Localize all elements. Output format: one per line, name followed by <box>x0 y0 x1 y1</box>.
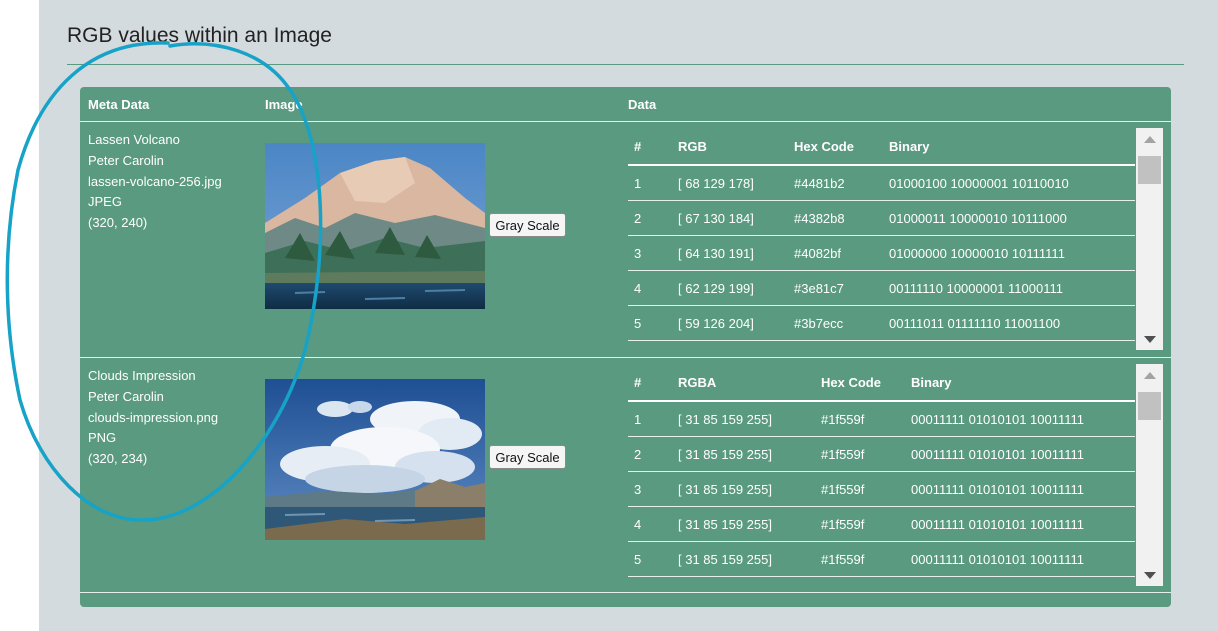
cell-index: 4 <box>628 506 672 542</box>
cell-rgba: [ 31 85 159 255] <box>672 506 815 542</box>
cell-binary: 00011111 01010101 10011111 <box>905 436 1135 472</box>
cell-index: 2 <box>628 436 672 472</box>
cell-binary: 01000011 10000010 10111000 <box>883 200 1135 236</box>
header-hex: Hex Code <box>815 364 905 402</box>
cell-binary: 00011111 01010101 10011111 <box>905 506 1135 542</box>
cell-binary: 01000100 10000001 10110010 <box>883 165 1135 201</box>
cell-hex: #1f559f <box>815 436 905 472</box>
lassen-volcano-image <box>265 143 485 309</box>
cell-hex: #1f559f <box>815 506 905 542</box>
meta-filename: lassen-volcano-256.jpg <box>88 173 222 189</box>
cell-hex: #1f559f <box>815 401 905 437</box>
column-header-meta: Meta Data <box>88 97 150 112</box>
cell-rgb: [ 68 129 178] <box>672 165 788 201</box>
meta-author: Peter Carolin <box>88 152 164 168</box>
cell-hex: #4082bf <box>788 235 883 271</box>
header-rgba: RGBA <box>672 364 815 402</box>
gray-scale-button[interactable]: Gray Scale <box>489 445 566 469</box>
cell-hex: #4382b8 <box>788 200 883 236</box>
cell-index: 4 <box>628 270 672 306</box>
header-binary: Binary <box>883 128 1135 166</box>
cell-rgba: [ 31 85 159 255] <box>672 541 815 577</box>
table-row: 5 [ 31 85 159 255] #1f559f 00011111 0101… <box>628 541 1135 577</box>
scroll-up-arrow-icon[interactable] <box>1136 128 1163 150</box>
table-row: 1 [ 31 85 159 255] #1f559f 00011111 0101… <box>628 401 1135 437</box>
table-row: 3 [ 64 130 191] #4082bf 01000000 1000001… <box>628 235 1135 271</box>
cell-index: 3 <box>628 235 672 271</box>
cell-index: 5 <box>628 305 672 341</box>
meta-data-clouds: Clouds Impression Peter Carolin clouds-i… <box>88 366 218 470</box>
meta-title: Lassen Volcano <box>88 132 180 147</box>
table-row: 5 [ 59 126 204] #3b7ecc 00111011 0111111… <box>628 305 1135 341</box>
cell-binary: 00011111 01010101 10011111 <box>905 541 1135 577</box>
cell-binary: 00111110 10000001 11000111 <box>883 270 1135 306</box>
header-hex: Hex Code <box>788 128 883 166</box>
scrollbar-thumb[interactable] <box>1138 392 1161 420</box>
table-row: 1 [ 68 129 178] #4481b2 01000100 1000000… <box>628 165 1135 201</box>
rgb-data-table-lassen: # RGB Hex Code Binary 1 [ 68 129 178] #4… <box>628 128 1163 350</box>
cell-rgb: [ 62 129 199] <box>672 270 788 306</box>
header-rgb: RGB <box>672 128 788 166</box>
scroll-down-arrow-icon[interactable] <box>1136 328 1163 350</box>
cell-rgba: [ 31 85 159 255] <box>672 401 815 437</box>
column-header-image: Image <box>265 97 303 112</box>
cell-rgba: [ 31 85 159 255] <box>672 471 815 507</box>
cell-index: 3 <box>628 471 672 507</box>
table-row: 2 [ 67 130 184] #4382b8 01000011 1000001… <box>628 200 1135 236</box>
page-title: RGB values within an Image <box>67 24 332 47</box>
header-index: # <box>628 128 672 166</box>
meta-size: (320, 240) <box>88 215 148 231</box>
table-scrollbar[interactable] <box>1136 364 1163 586</box>
cell-binary: 00011111 01010101 10011111 <box>905 471 1135 507</box>
meta-filename: clouds-impression.png <box>88 409 219 425</box>
cell-hex: #1f559f <box>815 541 905 577</box>
table-scrollbar[interactable] <box>1136 128 1163 350</box>
header-divider <box>80 121 1171 122</box>
scroll-up-arrow-icon[interactable] <box>1136 364 1163 386</box>
cell-index: 5 <box>628 541 672 577</box>
row-divider <box>80 592 1171 593</box>
cell-binary: 01000000 10000010 10111111 <box>883 235 1135 271</box>
scroll-down-arrow-icon[interactable] <box>1136 564 1163 586</box>
cell-binary: 00111011 01111110 11001100 <box>883 305 1135 341</box>
meta-data-lassen: Lassen Volcano Peter Carolin lassen-volc… <box>88 130 222 234</box>
header-index: # <box>628 364 672 402</box>
meta-size: (320, 234) <box>88 451 148 467</box>
cell-binary: 00011111 01010101 10011111 <box>905 401 1135 437</box>
meta-format: PNG <box>88 430 117 446</box>
cell-index: 1 <box>628 401 672 437</box>
cell-hex: #1f559f <box>815 471 905 507</box>
meta-title: Clouds Impression <box>88 368 196 383</box>
cell-rgb: [ 64 130 191] <box>672 235 788 271</box>
cell-index: 2 <box>628 200 672 236</box>
table-row: 2 [ 31 85 159 255] #1f559f 00011111 0101… <box>628 436 1135 472</box>
table-header-row: # RGBA Hex Code Binary <box>628 364 1135 402</box>
gray-scale-button[interactable]: Gray Scale <box>489 213 566 237</box>
table-row: 4 [ 62 129 199] #3e81c7 00111110 1000000… <box>628 270 1135 306</box>
column-header-data: Data <box>628 97 657 112</box>
rgba-data-table-clouds: # RGBA Hex Code Binary 1 [ 31 85 159 255… <box>628 364 1163 586</box>
cell-rgb: [ 67 130 184] <box>672 200 788 236</box>
table-header-row: # RGB Hex Code Binary <box>628 128 1135 166</box>
scrollbar-thumb[interactable] <box>1138 156 1161 184</box>
meta-author: Peter Carolin <box>88 388 164 404</box>
clouds-impression-image <box>265 379 485 540</box>
cell-rgba: [ 31 85 159 255] <box>672 436 815 472</box>
cell-hex: #3b7ecc <box>788 305 883 341</box>
cell-hex: #3e81c7 <box>788 270 883 306</box>
table-row: 4 [ 31 85 159 255] #1f559f 00011111 0101… <box>628 506 1135 542</box>
cell-index: 1 <box>628 165 672 201</box>
table-row: 3 [ 31 85 159 255] #1f559f 00011111 0101… <box>628 471 1135 507</box>
image-table: Meta Data Image Data Lassen Volcano Pete… <box>80 87 1171 607</box>
meta-format: JPEG <box>88 194 122 210</box>
row-divider <box>80 357 1171 358</box>
cell-rgb: [ 59 126 204] <box>672 305 788 341</box>
title-divider <box>67 64 1184 65</box>
cell-hex: #4481b2 <box>788 165 883 201</box>
header-binary: Binary <box>905 364 1135 402</box>
